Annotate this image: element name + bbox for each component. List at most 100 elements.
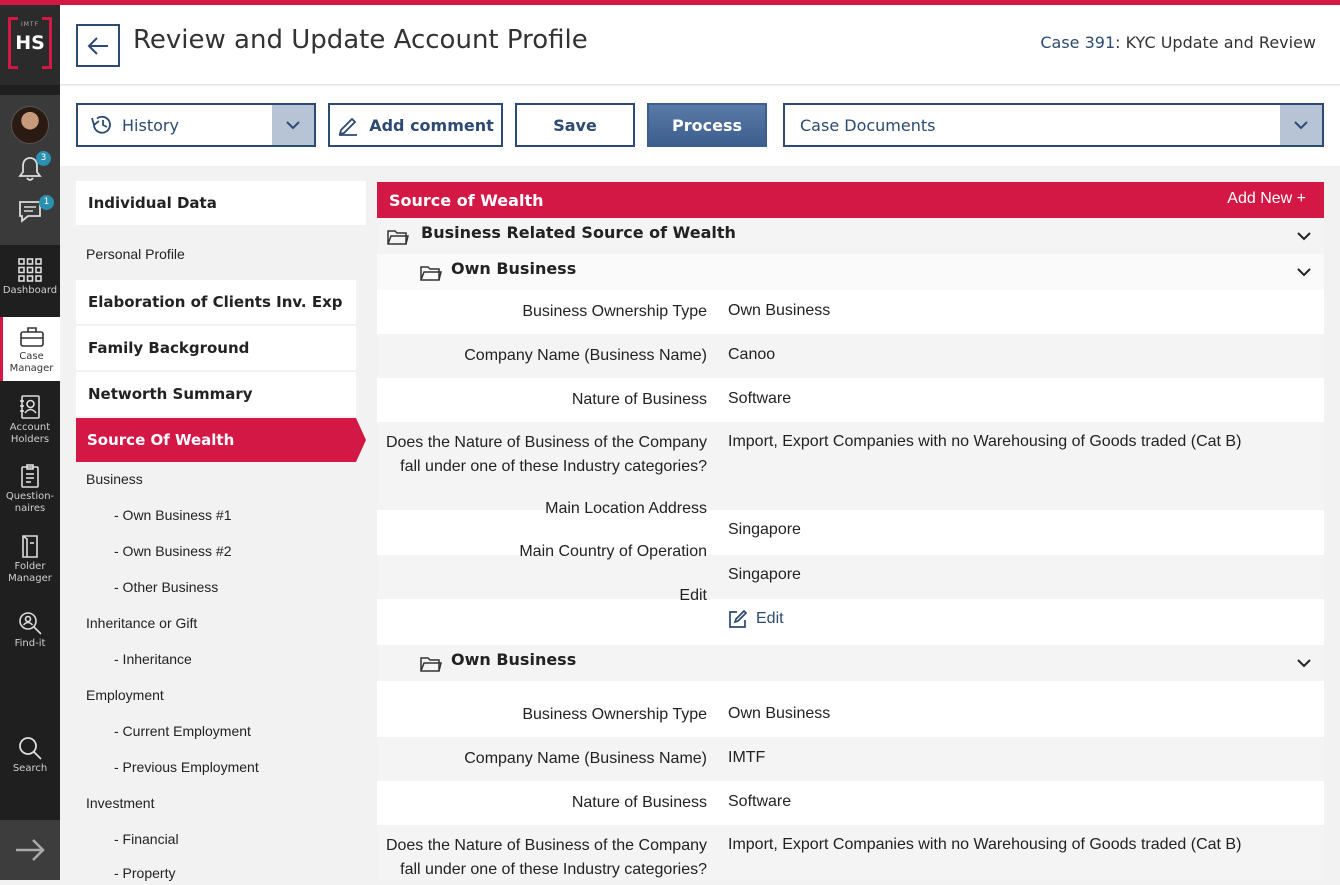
section-individual-data[interactable]: Individual Data [76, 181, 366, 225]
history-dropdown-toggle[interactable] [272, 105, 314, 145]
subsection-investment[interactable]: Investment [86, 795, 154, 811]
field-row: Business Ownership Type Own Business [377, 290, 1324, 334]
left-rail: IMTF HS 3 1 Dashboard Case Manager Accou… [0, 5, 60, 880]
folder-open-icon [387, 230, 409, 245]
field-label: Main Location Address [545, 500, 707, 517]
nav-search[interactable]: Search [0, 735, 60, 781]
business-header[interactable]: Own Business [377, 254, 1324, 290]
field-label: Company Name (Business Name) [464, 347, 707, 364]
nav-dashboard[interactable]: Dashboard [0, 257, 60, 312]
add-new-button[interactable]: Add New + [1227, 190, 1306, 208]
nav-label: Dashboard [2, 285, 58, 296]
history-label: History [122, 115, 179, 135]
field-value: Import, Export Companies with no Warehou… [728, 433, 1242, 450]
section-elaboration[interactable]: Elaboration of Clients Inv. Exp [76, 280, 356, 324]
logo-main-text: HS [15, 32, 45, 54]
subsection-own-business-1[interactable]: - Own Business #1 [114, 507, 232, 523]
section-personal-profile[interactable]: Personal Profile [86, 246, 185, 262]
folder-icon [22, 535, 38, 558]
section-networth-summary[interactable]: Networth Summary [76, 372, 356, 416]
message-count-badge: 1 [39, 195, 54, 210]
case-documents-label: Case Documents [800, 115, 936, 135]
history-icon [91, 115, 111, 134]
case-documents-dropdown[interactable]: Case Documents [783, 103, 1324, 147]
field-value: Software [728, 793, 792, 810]
save-button[interactable]: Save [515, 103, 635, 147]
group-header[interactable]: Business Related Source of Wealth [377, 218, 1324, 254]
business-header[interactable]: Own Business [377, 645, 1324, 681]
field-row: Business Ownership Type Own Business [377, 693, 1324, 737]
chevron-down-icon[interactable] [1296, 267, 1312, 277]
field-label: fall under one of these Industry categor… [400, 861, 707, 878]
field-label: Business Ownership Type [522, 303, 707, 320]
nav-label: Question-naires [5, 491, 55, 514]
subsection-current-employment[interactable]: - Current Employment [114, 723, 251, 739]
back-button[interactable] [76, 24, 120, 67]
process-button[interactable]: Process [647, 103, 767, 147]
field-row: Nature of Business Software [377, 781, 1324, 825]
case-documents-dropdown-toggle[interactable] [1280, 105, 1322, 145]
edit-icon [729, 609, 748, 628]
add-comment-label: Add comment [369, 115, 494, 135]
folder-open-icon [420, 266, 442, 281]
subsection-own-business-2[interactable]: - Own Business #2 [114, 543, 232, 559]
group-title: Business Related Source of Wealth [421, 223, 736, 242]
process-label: Process [672, 115, 742, 135]
case-description: : KYC Update and Review [1115, 33, 1316, 52]
nav-questionnaires[interactable]: Question-naires [0, 463, 60, 521]
arrow-right-icon [16, 839, 45, 861]
edit-link[interactable]: Edit [728, 609, 784, 629]
field-label: Company Name (Business Name) [464, 750, 707, 767]
pencil-icon [338, 117, 358, 136]
bell-icon[interactable] [0, 155, 60, 183]
chevron-down-icon[interactable] [1296, 231, 1312, 241]
subsection-employment[interactable]: Employment [86, 687, 164, 703]
subsection-other-business[interactable]: - Other Business [114, 579, 218, 595]
arrow-left-icon [87, 36, 108, 55]
section-source-of-wealth[interactable]: Source Of Wealth [76, 418, 366, 462]
briefcase-icon [19, 327, 44, 347]
subsection-previous-employment[interactable]: - Previous Employment [114, 759, 259, 775]
subsection-business[interactable]: Business [86, 471, 143, 487]
nav-find-it[interactable]: Find-it [0, 610, 60, 656]
chevron-down-icon[interactable] [1296, 658, 1312, 668]
field-value: Own Business [728, 705, 831, 722]
nav-label: Folder Manager [8, 561, 52, 584]
add-comment-button[interactable]: Add comment [328, 103, 503, 147]
subsection-inheritance-or-gift[interactable]: Inheritance or Gift [86, 615, 197, 631]
field-label: Does the Nature of Business of the Compa… [385, 434, 707, 451]
avatar[interactable] [11, 106, 49, 144]
nav-folder-manager[interactable]: Folder Manager [0, 533, 60, 591]
field-value: IMTF [728, 749, 766, 766]
case-link[interactable]: Case 391 [1040, 33, 1115, 52]
chevron-down-icon [1294, 121, 1308, 130]
logo-small-text: IMTF [20, 21, 40, 28]
section-navigation: Individual Data Personal Profile Elabora… [76, 181, 366, 881]
field-value: Singapore [728, 521, 801, 538]
field-row: Does the Nature of Business of the Compa… [377, 825, 1324, 880]
expand-rail-button[interactable] [0, 820, 60, 880]
field-row: Main Country of Operation Singapore [377, 543, 1324, 599]
notification-count-badge: 3 [36, 151, 51, 166]
field-label: fall under one of these Industry categor… [400, 458, 707, 475]
field-value: Own Business [728, 302, 831, 319]
folder-open-icon [420, 657, 442, 672]
search-icon [19, 737, 42, 760]
field-row: Edit Edit [377, 587, 1324, 645]
field-value: Canoo [728, 346, 776, 363]
field-value: Import, Export Companies with no Warehou… [728, 836, 1242, 853]
edit-link-label: Edit [756, 610, 784, 627]
history-dropdown[interactable]: History [76, 103, 316, 147]
field-label: Main Country of Operation [519, 543, 707, 560]
nav-account-holders[interactable]: Account Holders [0, 394, 60, 452]
field-row: Nature of Business Software [377, 378, 1324, 422]
subsection-inheritance[interactable]: - Inheritance [114, 651, 192, 667]
field-label: Nature of Business [571, 391, 707, 408]
app-logo[interactable]: IMTF HS [0, 5, 60, 85]
clipboard-icon [21, 464, 39, 488]
contacts-icon [20, 395, 40, 419]
section-family-background[interactable]: Family Background [76, 326, 356, 370]
nav-case-manager[interactable]: Case Manager [0, 317, 60, 381]
subsection-property[interactable]: - Property [114, 865, 175, 881]
subsection-financial[interactable]: - Financial [114, 831, 179, 847]
